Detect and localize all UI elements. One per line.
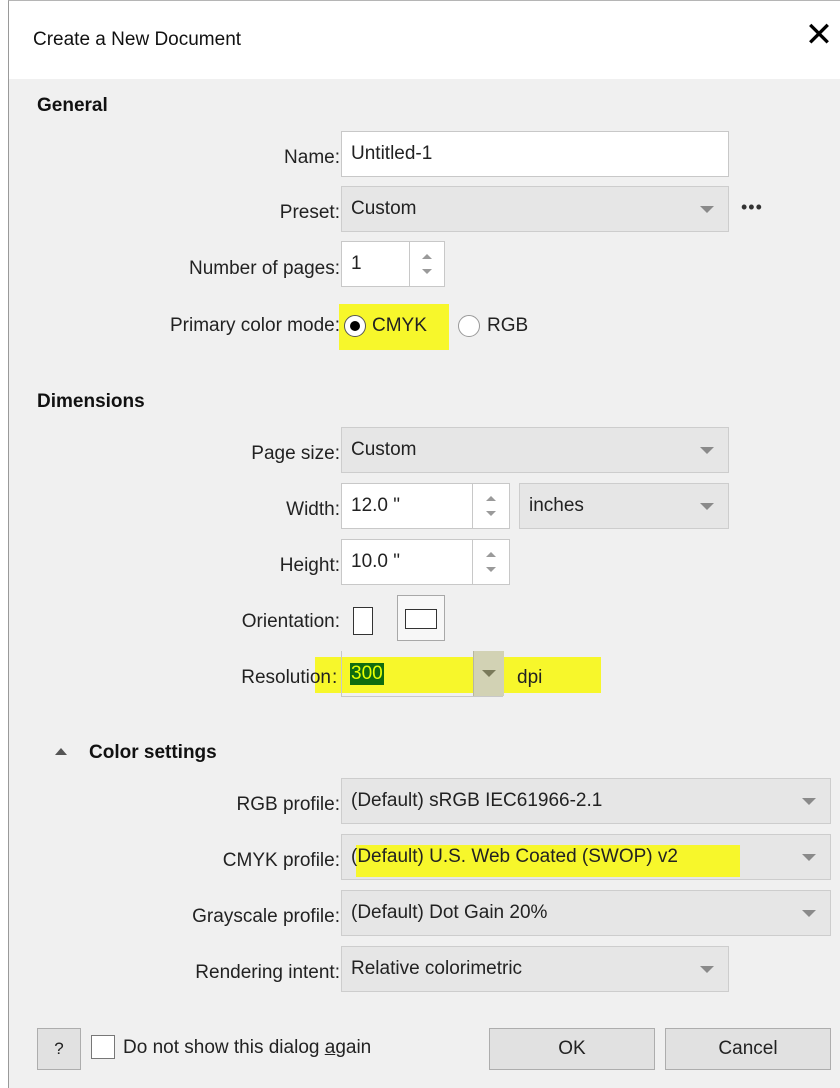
resolution-label: Resolution [241,667,331,688]
radio-selected-dot [350,321,360,331]
create-document-dialog: Create a New Document ✕ General Name: Un… [8,0,840,1088]
landscape-icon [405,609,437,629]
chevron-down-icon [700,966,714,973]
page-size-select[interactable]: Custom [341,427,729,473]
chevron-down-icon [802,854,816,861]
rgb-radio-label[interactable]: RGB [487,315,528,337]
ok-button[interactable]: OK [489,1028,655,1070]
grayscale-profile-label: Grayscale profile: [192,906,340,927]
rgb-profile-select[interactable]: (Default) sRGB IEC61966-2.1 [341,778,831,824]
dimensions-heading: Dimensions [37,391,145,412]
cmyk-profile-label: CMYK profile: [222,850,340,871]
resolution-unit: dpi [517,667,543,688]
resolution-dropdown-button[interactable] [473,651,504,696]
landscape-orientation-button[interactable] [397,595,445,641]
stepper-up-icon[interactable] [486,552,496,557]
rgb-radio[interactable] [458,315,480,337]
chevron-down-icon [482,670,496,677]
width-label: Width: [286,499,340,520]
name-input[interactable]: Untitled-1 [341,131,729,177]
stepper-down-icon[interactable] [422,269,432,274]
orientation-label: Orientation: [241,611,340,632]
preset-label: Preset: [279,202,340,223]
color-mode-label: Primary color mode: [170,315,340,336]
width-input[interactable]: 12.0 " [341,483,473,529]
cmyk-radio-label[interactable]: CMYK [372,315,427,337]
width-stepper[interactable] [472,483,510,529]
chevron-down-icon [802,910,816,917]
resolution-label-colon: : [332,667,338,688]
rendering-intent-label: Rendering intent: [195,962,340,983]
portrait-orientation-button[interactable] [353,607,373,635]
dialog-title: Create a New Document [33,29,242,50]
dont-show-label-accel: a [324,1037,336,1058]
cmyk-profile-value: (Default) U.S. Web Coated (SWOP) v2 [351,846,678,867]
preset-more-button[interactable]: ••• [741,197,763,218]
chevron-down-icon [700,206,714,213]
title-bar: Create a New Document ✕ [9,1,840,79]
pages-label: Number of pages: [188,258,340,279]
color-settings-heading[interactable]: Color settings [89,742,217,764]
resolution-combo[interactable]: 300 [341,651,504,697]
cmyk-profile-select[interactable]: (Default) U.S. Web Coated (SWOP) v2 [341,834,831,880]
cancel-button[interactable]: Cancel [665,1028,831,1070]
cmyk-radio[interactable] [344,315,366,337]
rendering-intent-select[interactable]: Relative colorimetric [341,946,729,992]
dont-show-label-suffix: gain [335,1037,372,1058]
stepper-down-icon[interactable] [486,511,496,516]
pages-input[interactable]: 1 [341,241,410,287]
rgb-profile-label: RGB profile: [236,794,340,815]
dont-show-checkbox[interactable] [91,1035,115,1059]
grayscale-profile-value: (Default) Dot Gain 20% [351,902,548,923]
preset-value: Custom [351,198,417,219]
dont-show-label[interactable]: Do not show this dialog again [123,1037,371,1059]
chevron-down-icon [802,798,816,805]
stepper-up-icon[interactable] [486,496,496,501]
stepper-up-icon[interactable] [422,254,432,259]
page-size-value: Custom [351,439,417,460]
name-label: Name: [284,147,340,168]
rgb-profile-value: (Default) sRGB IEC61966-2.1 [351,790,603,811]
close-icon[interactable]: ✕ [799,15,839,55]
chevron-down-icon [700,503,714,510]
collapse-triangle-icon[interactable] [55,748,67,755]
resolution-value[interactable]: 300 [350,663,384,685]
grayscale-profile-select[interactable]: (Default) Dot Gain 20% [341,890,831,936]
general-heading: General [37,95,108,116]
chevron-down-icon [700,447,714,454]
dont-show-label-prefix: Do not show this dialog [123,1037,325,1058]
height-stepper[interactable] [472,539,510,585]
height-input[interactable]: 10.0 " [341,539,473,585]
units-select[interactable]: inches [519,483,729,529]
stepper-down-icon[interactable] [486,567,496,572]
units-value: inches [529,495,584,516]
page-size-label: Page size: [251,443,340,464]
rendering-intent-value: Relative colorimetric [351,958,523,979]
preset-select[interactable]: Custom [341,186,729,232]
height-label: Height: [279,555,340,576]
pages-stepper[interactable] [409,241,445,287]
help-button[interactable]: ? [37,1028,81,1070]
